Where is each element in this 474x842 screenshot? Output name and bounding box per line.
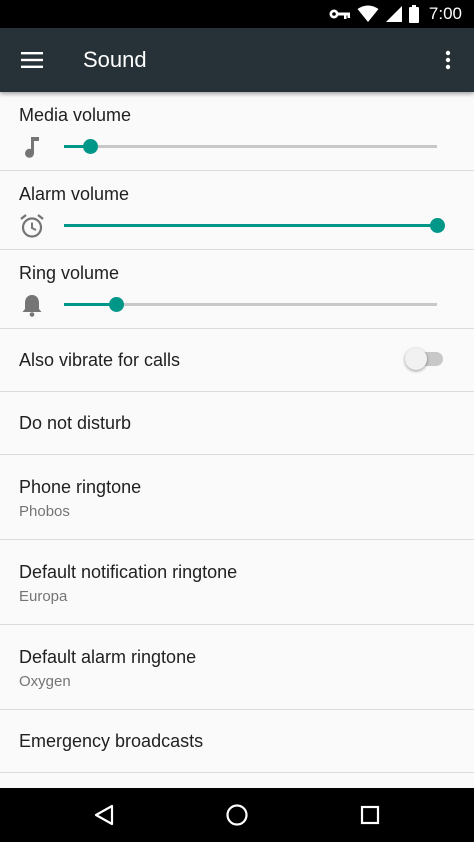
media-volume-row: Media volume: [0, 92, 474, 171]
ring-volume-label: Ring volume: [19, 263, 120, 283]
app-bar: Sound: [0, 28, 474, 92]
navigation-bar: [0, 788, 474, 842]
page-title: Sound: [83, 47, 147, 72]
notification-ringtone-row[interactable]: Default notification ringtone Europa: [0, 540, 474, 625]
notification-ringtone-label: Default notification ringtone: [19, 562, 238, 582]
home-button[interactable]: [219, 797, 255, 833]
recents-button[interactable]: [352, 797, 388, 833]
alarm-volume-label: Alarm volume: [19, 184, 130, 204]
do-not-disturb-label: Do not disturb: [19, 413, 132, 433]
vibrate-toggle[interactable]: [405, 348, 443, 370]
alarm-ringtone-label: Default alarm ringtone: [19, 647, 197, 667]
emergency-broadcasts-row[interactable]: Emergency broadcasts: [0, 710, 474, 773]
bell-icon: [22, 295, 42, 317]
clock: 7:00: [428, 4, 462, 23]
back-icon: [94, 804, 114, 826]
status-icons: 7:00: [329, 0, 462, 28]
media-volume-slider[interactable]: [64, 139, 437, 154]
signal-icon: [385, 6, 402, 22]
back-button[interactable]: [86, 797, 122, 833]
battery-icon: [408, 5, 419, 23]
alarm-clock-icon: [20, 214, 44, 238]
alarm-volume-fill: [64, 224, 437, 227]
media-volume-thumb[interactable]: [83, 139, 99, 154]
recents-icon: [360, 805, 380, 825]
ring-volume-slider[interactable]: [64, 297, 437, 312]
phone-ringtone-row[interactable]: Phone ringtone Phobos: [0, 455, 474, 540]
alarm-ringtone-value: Oxygen: [19, 673, 71, 690]
emergency-broadcasts-label: Emergency broadcasts: [19, 731, 204, 751]
alarm-volume-row: Alarm volume: [0, 171, 474, 250]
notification-ringtone-value: Europa: [19, 588, 68, 605]
hamburger-menu-icon: [21, 52, 43, 68]
alarm-volume-thumb[interactable]: [430, 218, 445, 233]
vibrate-row[interactable]: Also vibrate for calls: [0, 329, 474, 392]
ring-volume-row: Ring volume: [0, 250, 474, 329]
overflow-menu-button[interactable]: [430, 42, 466, 78]
settings-list: Media volume Alarm volume Ring volume Al…: [0, 92, 474, 788]
menu-button[interactable]: [14, 42, 50, 78]
vpn-key-icon: [329, 9, 350, 19]
ring-volume-thumb[interactable]: [109, 297, 125, 312]
music-note-icon: [25, 137, 39, 158]
vibrate-label: Also vibrate for calls: [19, 350, 181, 370]
wifi-icon: [357, 5, 379, 22]
phone-ringtone-value: Phobos: [19, 503, 70, 520]
phone-ringtone-label: Phone ringtone: [19, 477, 142, 497]
alarm-ringtone-row[interactable]: Default alarm ringtone Oxygen: [0, 625, 474, 710]
media-volume-label: Media volume: [19, 105, 132, 125]
status-bar: 7:00: [0, 0, 474, 28]
vibrate-toggle-knob: [405, 348, 427, 370]
alarm-volume-slider[interactable]: [64, 218, 445, 233]
home-icon: [226, 804, 248, 826]
more-vert-icon: [445, 50, 451, 70]
do-not-disturb-row[interactable]: Do not disturb: [0, 392, 474, 455]
